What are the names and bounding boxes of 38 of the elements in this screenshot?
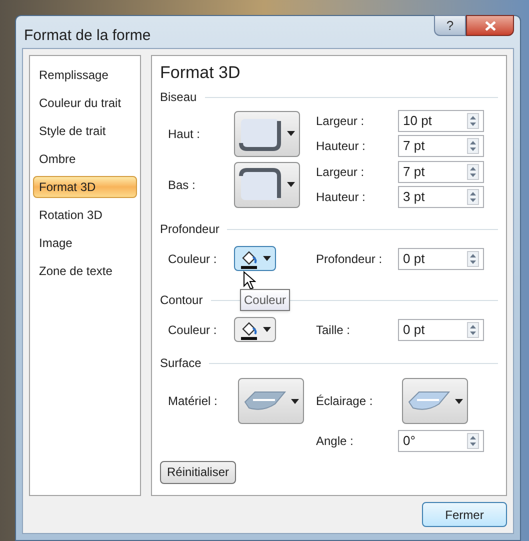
field-label: Largeur :	[316, 164, 366, 181]
category-item[interactable]: Image	[33, 232, 137, 254]
field-label: Éclairage :	[316, 393, 374, 410]
field-label: Angle :	[316, 433, 354, 450]
field-label: Haut :	[167, 126, 202, 142]
spin-field[interactable]: 0°	[398, 430, 484, 452]
spin-field[interactable]: 7 pt	[398, 135, 484, 157]
spin-field[interactable]: 10 pt	[398, 110, 484, 132]
field-label: Bas :	[167, 176, 196, 194]
section-heading: Biseau	[160, 89, 197, 106]
field-label: Matériel :	[167, 393, 218, 410]
tooltip: Couleur	[240, 289, 290, 311]
field-label: Couleur :	[167, 322, 218, 338]
spin-field[interactable]: 0 pt	[398, 318, 484, 340]
spin-field[interactable]: 3 pt	[398, 186, 484, 208]
field-label: Hauteur :	[316, 189, 366, 206]
category-item[interactable]: Ombre	[33, 148, 137, 170]
category-item[interactable]: Zone de texte	[33, 260, 137, 282]
field-label: Taille :	[316, 322, 352, 338]
panel-title: Format 3D	[160, 62, 242, 84]
spin-field[interactable]: 0 pt	[398, 248, 484, 270]
close-dialog-button[interactable]: Fermer	[422, 502, 507, 527]
field-label: Couleur :	[167, 250, 218, 268]
window-title: Format de la forme	[24, 26, 152, 46]
spin-field[interactable]: 7 pt	[398, 161, 484, 183]
help-button[interactable]: ?	[434, 15, 466, 36]
category-item[interactable]: Rotation 3D	[33, 204, 137, 226]
section-heading: Contour	[160, 292, 203, 309]
section-heading: Profondeur	[160, 221, 220, 238]
field-label: Largeur :	[316, 113, 366, 130]
field-label: Profondeur :	[316, 250, 384, 268]
section-heading: Surface	[160, 355, 202, 372]
reset-button[interactable]: Réinitialiser	[160, 460, 236, 484]
category-item[interactable]: Format 3D	[33, 176, 137, 198]
field-label: Hauteur :	[316, 138, 366, 155]
category-item[interactable]: Style de trait	[33, 120, 137, 142]
category-item[interactable]: Remplissage	[33, 64, 137, 86]
category-item[interactable]: Couleur du trait	[33, 92, 137, 114]
